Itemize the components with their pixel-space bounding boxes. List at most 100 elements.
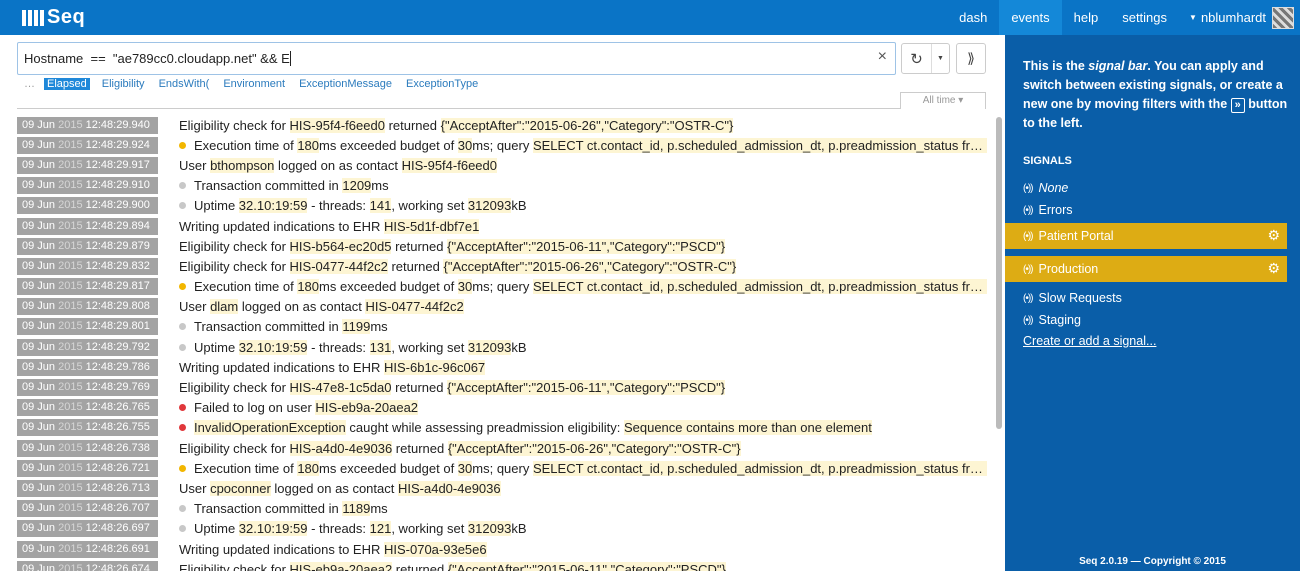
event-row[interactable]: 09 Jun 2015 12:48:29.940 Eligibility chec… [17,115,987,135]
event-property[interactable]: 32.10:19:59 [238,339,308,355]
event-property[interactable]: 131 [369,339,392,355]
event-row[interactable]: 09 Jun 2015 12:48:26.697 Uptime 32.10:19:… [17,519,987,539]
event-property[interactable]: HIS-6b1c-96c067 [383,359,486,375]
event-property[interactable]: 30 [457,279,473,295]
more-suggestions[interactable]: … [24,78,35,90]
suggestion-item[interactable]: Eligibility [102,78,145,90]
event-date: 09 Jun [22,502,56,515]
event-row[interactable]: 09 Jun 2015 12:48:26.707 Transaction comm… [17,499,987,519]
event-property[interactable]: {"AcceptAfter":"2015-06-26","Category":"… [447,440,741,456]
event-row[interactable]: 09 Jun 2015 12:48:29.910 Transaction comm… [17,176,987,196]
event-row[interactable]: 09 Jun 2015 12:48:26.755 InvalidOperation… [17,418,987,438]
app-logo[interactable]: Seq [22,5,85,30]
nav-events[interactable]: events [999,0,1062,35]
gear-icon[interactable]: ⚙ [1267,227,1280,244]
event-row[interactable]: 09 Jun 2015 12:48:29.832 Eligibility chec… [17,256,987,276]
event-row[interactable]: 09 Jun 2015 12:48:29.808 User dlam logged… [17,297,987,317]
event-property[interactable]: 32.10:19:59 [238,521,308,537]
event-property[interactable]: dlam [210,299,239,315]
event-property[interactable]: HIS-0477-44f2c2 [289,258,388,274]
event-property[interactable]: HIS-a4d0-4e9036 [397,480,501,496]
event-row[interactable]: 09 Jun 2015 12:48:29.801 Transaction comm… [17,317,987,337]
event-property[interactable]: {"AcceptAfter":"2015-06-11","Category":"… [447,238,726,254]
event-property[interactable]: {"AcceptAfter":"2015-06-26","Category":"… [443,258,737,274]
event-property[interactable]: HIS-5d1f-dbf7e1 [383,218,480,234]
event-row[interactable]: 09 Jun 2015 12:48:29.817 Execution time o… [17,277,987,297]
event-property[interactable]: 30 [457,460,473,476]
scrollbar-thumb[interactable] [996,117,1002,429]
event-property[interactable]: 30 [457,137,473,153]
create-signal-link[interactable]: Create or add a signal... [1023,334,1156,348]
suggestion-item[interactable]: Environment [223,78,285,90]
event-property[interactable]: cpoconner [210,480,271,496]
event-property[interactable]: 1209 [342,178,372,194]
scrollbar[interactable] [994,115,1005,571]
event-property[interactable]: InvalidOperationException [194,420,346,436]
event-property[interactable]: HIS-95f4-f6eed0 [401,157,497,173]
event-property[interactable]: SELECT ct.contact_id, p.scheduled_admiss… [532,137,987,153]
event-property[interactable]: HIS-95f4-f6eed0 [289,117,385,133]
nav-settings[interactable]: settings [1110,0,1179,35]
event-property[interactable]: 1199 [342,319,371,335]
event-row[interactable]: 09 Jun 2015 12:48:29.792 Uptime 32.10:19:… [17,337,987,357]
event-property[interactable]: HIS-b564-ec20d5 [289,238,392,254]
gear-icon[interactable]: ⚙ [1267,260,1280,277]
event-row[interactable]: 09 Jun 2015 12:48:29.924 Execution time o… [17,135,987,155]
event-property[interactable]: SELECT ct.contact_id, p.scheduled_admiss… [532,460,987,476]
event-property[interactable]: {"AcceptAfter":"2015-06-11","Category":"… [447,380,726,396]
filter-input-text[interactable]: Hostname == "ae789cc0.cloudapp.net" && E [24,51,291,66]
event-property[interactable]: bthompson [210,157,275,173]
event-row[interactable]: 09 Jun 2015 12:48:29.900 Uptime 32.10:19:… [17,196,987,216]
event-property[interactable]: {"AcceptAfter":"2015-06-26","Category":"… [440,117,734,133]
event-property[interactable]: Sequence contains more than one element [623,420,872,436]
event-property[interactable]: 180 [297,137,320,153]
event-row[interactable]: 09 Jun 2015 12:48:26.721 Execution time o… [17,458,987,478]
event-property[interactable]: 32.10:19:59 [238,198,308,214]
event-property[interactable]: 312093 [467,339,512,355]
event-row[interactable]: 09 Jun 2015 12:48:29.894 Writing updated … [17,216,987,236]
signal-item[interactable]: (•)) Production ⚙ [1005,256,1287,282]
event-property[interactable]: HIS-a4d0-4e9036 [289,440,393,456]
suggestion-item[interactable]: EndsWith( [159,78,210,90]
signal-item[interactable]: (•)) Errors [1005,199,1287,221]
nav-dash[interactable]: dash [947,0,999,35]
event-row[interactable]: 09 Jun 2015 12:48:29.769 Eligibility chec… [17,377,987,397]
signal-item[interactable]: (•)) None [1005,177,1287,199]
event-row[interactable]: 09 Jun 2015 12:48:29.879 Eligibility chec… [17,236,987,256]
event-property[interactable]: HIS-eb9a-20aea2 [315,400,419,416]
event-property[interactable]: 180 [297,460,320,476]
suggestion-item[interactable]: ExceptionType [406,78,478,90]
event-row[interactable]: 09 Jun 2015 12:48:26.713 User cpoconner l… [17,478,987,498]
event-row[interactable]: 09 Jun 2015 12:48:26.738 Eligibility chec… [17,438,987,458]
event-property[interactable]: 141 [369,198,392,214]
move-to-signal-button[interactable]: ⟫ [956,43,986,74]
event-property[interactable]: HIS-070a-93e5e6 [383,541,487,557]
event-row[interactable]: 09 Jun 2015 12:48:26.691 Writing updated … [17,539,987,559]
event-property[interactable]: 312093 [467,521,512,537]
event-property[interactable]: 121 [369,521,392,537]
signal-item[interactable]: (•)) Staging [1005,309,1287,331]
event-row[interactable]: 09 Jun 2015 12:48:29.917 User bthompson l… [17,155,987,175]
nav-help[interactable]: help [1062,0,1111,35]
event-property[interactable]: HIS-47e8-1c5da0 [289,380,392,396]
event-property[interactable]: SELECT ct.contact_id, p.scheduled_admiss… [532,279,987,295]
event-property[interactable]: HIS-eb9a-20aea2 [289,561,393,571]
clear-icon[interactable]: × [878,48,887,66]
refresh-button[interactable]: ↻ [902,44,932,73]
signal-item[interactable]: (•)) Slow Requests [1005,287,1287,309]
event-row[interactable]: 09 Jun 2015 12:48:29.786 Writing updated … [17,357,987,377]
user-menu[interactable]: ▼ nblumhardt [1179,0,1300,35]
signal-item[interactable]: (•)) Patient Portal ⚙ [1005,223,1287,249]
event-property[interactable]: 1189 [342,501,371,517]
event-property[interactable]: 180 [297,279,320,295]
filter-input[interactable]: Hostname == "ae789cc0.cloudapp.net" && E… [17,42,896,75]
suggestion-item[interactable]: ExceptionMessage [299,78,392,90]
event-property[interactable]: 312093 [467,198,512,214]
event-row[interactable]: 09 Jun 2015 12:48:26.674 Eligibility chec… [17,559,987,571]
refresh-options-button[interactable]: ▼ [932,44,949,73]
suggestion-item[interactable]: Elapsed [44,77,90,90]
time-range-selector[interactable]: All time ▾ [900,92,986,109]
event-row[interactable]: 09 Jun 2015 12:48:26.765 Failed to log on… [17,398,987,418]
event-property[interactable]: {"AcceptAfter":"2015-06-11","Category":"… [447,561,726,571]
event-property[interactable]: HIS-0477-44f2c2 [365,299,464,315]
